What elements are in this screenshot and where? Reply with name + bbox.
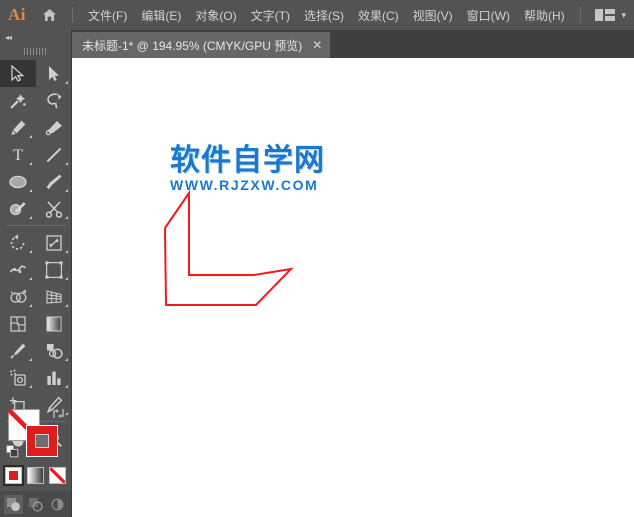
tool-flyout-indicator xyxy=(65,277,68,280)
tool-flyout-indicator xyxy=(65,216,68,219)
color-mode-gradient[interactable] xyxy=(27,466,44,484)
paintbrush-tool[interactable] xyxy=(36,168,72,195)
illustrator-window: Ai 文件(F) 编辑(E) 对象(O) 文字(T) 选择(S) 效果(C) 视… xyxy=(0,0,634,517)
menu-separator xyxy=(72,7,73,23)
draw-normal-mode[interactable] xyxy=(4,494,23,514)
tool-flyout-indicator xyxy=(65,304,68,307)
tools-panel: ◂◂ T xyxy=(0,30,72,517)
ellipse-tool[interactable] xyxy=(0,168,36,195)
menu-bar: Ai 文件(F) 编辑(E) 对象(O) 文字(T) 选择(S) 效果(C) 视… xyxy=(0,0,634,30)
color-mode-color[interactable] xyxy=(3,464,24,486)
none-slash-icon xyxy=(50,467,65,483)
panel-drag-handle[interactable] xyxy=(0,44,71,58)
svg-text:T: T xyxy=(13,147,23,163)
chevron-down-icon: ▾ xyxy=(621,9,626,20)
tool-flyout-indicator xyxy=(65,81,68,84)
menu-effect[interactable]: 效果(C) xyxy=(351,3,406,28)
tool-flyout-indicator xyxy=(29,162,32,165)
menu-help[interactable]: 帮助(H) xyxy=(517,3,572,28)
tool-separator xyxy=(6,225,66,226)
menu-view[interactable]: 视图(V) xyxy=(406,3,460,28)
stroke-inner xyxy=(35,434,49,448)
red-corner-path xyxy=(164,189,294,306)
selection-tool[interactable] xyxy=(0,60,36,87)
color-mode-buttons xyxy=(0,461,71,489)
tool-flyout-indicator xyxy=(29,189,32,192)
tool-flyout-indicator xyxy=(65,385,68,388)
close-icon[interactable]: ✕ xyxy=(312,38,322,52)
draw-mode-buttons xyxy=(0,491,71,517)
document-tab-bar: 未标题-1* @ 194.95% (CMYK/GPU 预览) ✕ xyxy=(72,30,634,58)
draw-behind-mode[interactable] xyxy=(26,495,45,514)
collapse-panel-icon[interactable]: ◂◂ xyxy=(0,30,71,44)
curvature-tool[interactable] xyxy=(36,114,72,141)
artwork-layer xyxy=(164,189,294,306)
swap-fill-stroke-icon[interactable] xyxy=(52,407,65,423)
magic-wand-tool[interactable] xyxy=(0,87,36,114)
direct-selection-tool[interactable] xyxy=(36,60,72,87)
canvas-area[interactable]: 软件自学网 WWW.RJZXW.COM xyxy=(72,58,634,517)
tool-flyout-indicator xyxy=(65,189,68,192)
tool-flyout-indicator xyxy=(29,250,32,253)
workspace-switcher-icon xyxy=(595,9,616,21)
tool-flyout-indicator xyxy=(65,162,68,165)
menu-select[interactable]: 选择(S) xyxy=(297,3,351,28)
tool-flyout-indicator xyxy=(29,216,32,219)
scale-tool[interactable] xyxy=(36,229,72,256)
draw-inside-mode[interactable] xyxy=(48,495,67,514)
type-tool[interactable]: T xyxy=(0,141,36,168)
color-mode-none[interactable] xyxy=(49,466,66,484)
line-segment-tool[interactable] xyxy=(36,141,72,168)
home-icon[interactable] xyxy=(34,0,64,30)
width-warp-tool[interactable] xyxy=(0,256,36,283)
scissors-tool[interactable] xyxy=(36,195,72,222)
document-tab-title: 未标题-1* @ 194.95% (CMYK/GPU 预览) xyxy=(82,38,303,53)
menu-type[interactable]: 文字(T) xyxy=(244,3,297,28)
tool-grid: T xyxy=(0,58,71,452)
eyedropper-tool[interactable] xyxy=(0,337,36,364)
menu-edit[interactable]: 编辑(E) xyxy=(134,3,188,28)
perspective-grid-tool[interactable] xyxy=(36,283,72,310)
shape-builder-tool[interactable] xyxy=(0,283,36,310)
mesh-tool[interactable] xyxy=(0,310,36,337)
shaper-pencil-tool[interactable] xyxy=(0,195,36,222)
menu-file[interactable]: 文件(F) xyxy=(81,3,134,28)
tool-flyout-indicator xyxy=(29,277,32,280)
tool-flyout-indicator xyxy=(65,250,68,253)
fill-stroke-swatches xyxy=(0,403,71,465)
fill-stroke-controls xyxy=(0,403,71,517)
gradient-tool[interactable] xyxy=(36,310,72,337)
workspace-separator xyxy=(580,7,582,23)
tool-flyout-indicator xyxy=(29,304,32,307)
tool-flyout-indicator xyxy=(29,385,32,388)
pen-tool[interactable] xyxy=(0,114,36,141)
symbol-sprayer-tool[interactable] xyxy=(0,364,36,391)
document-tab[interactable]: 未标题-1* @ 194.95% (CMYK/GPU 预览) ✕ xyxy=(72,32,331,58)
workspace-switcher[interactable]: ▾ xyxy=(572,7,634,23)
app-logo: Ai xyxy=(8,5,26,24)
rotate-tool[interactable] xyxy=(0,229,36,256)
column-graph-tool[interactable] xyxy=(36,364,72,391)
blend-tool[interactable] xyxy=(36,337,72,364)
tool-flyout-indicator xyxy=(29,358,32,361)
tool-flyout-indicator xyxy=(29,135,32,138)
stroke-swatch[interactable] xyxy=(26,425,58,457)
menu-window[interactable]: 窗口(W) xyxy=(460,3,517,28)
menu-object[interactable]: 对象(O) xyxy=(188,3,243,28)
tool-flyout-indicator xyxy=(65,358,68,361)
free-transform-tool[interactable] xyxy=(36,256,72,283)
lasso-tool[interactable] xyxy=(36,87,72,114)
